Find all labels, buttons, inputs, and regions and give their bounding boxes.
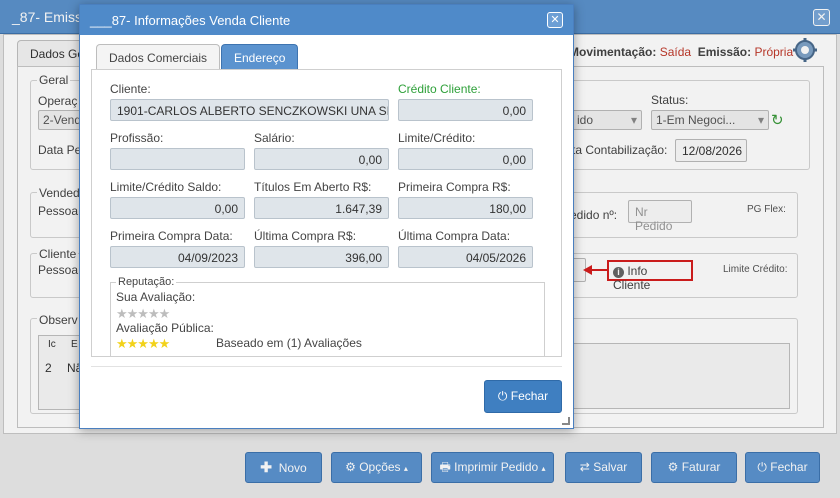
ultima-compra-label: Última Compra R$:: [254, 229, 357, 243]
dialog-titlebar[interactable]: ___87- Informações Venda Cliente ✕: [80, 5, 573, 35]
resize-handle[interactable]: [562, 417, 570, 425]
limite-saldo-label: Limite/Crédito Saldo:: [110, 180, 222, 194]
credito-cliente-label: Crédito Cliente:: [398, 82, 481, 96]
sua-avaliacao-stars[interactable]: ★★★★★: [116, 307, 170, 320]
salario-field[interactable]: 0,00: [254, 148, 389, 170]
credito-cliente-field[interactable]: 0,00: [398, 99, 533, 121]
power-icon: ⏻: [497, 389, 508, 403]
ultima-compra-data-label: Última Compra Data:: [398, 229, 511, 243]
limite-credito-field[interactable]: 0,00: [398, 148, 533, 170]
avaliacao-publica-label: Avaliação Pública:: [116, 321, 214, 335]
primeira-compra-data-label: Primeira Compra Data:: [110, 229, 233, 243]
titulos-aberto-field[interactable]: 1.647,39: [254, 197, 389, 219]
dialog-title: ___87- Informações Venda Cliente: [90, 13, 291, 28]
ultima-compra-field[interactable]: 396,00: [254, 246, 389, 268]
sua-avaliacao-label: Sua Avaliação:: [116, 290, 196, 304]
primeira-compra-data-field[interactable]: 04/09/2023: [110, 246, 245, 268]
cliente-field[interactable]: 1901-CARLOS ALBERTO SENCZKOWSKI UNA SIST…: [110, 99, 389, 121]
reputacao-legend: Reputação:: [116, 276, 177, 288]
primeira-compra-field[interactable]: 180,00: [398, 197, 533, 219]
dialog-fechar-button[interactable]: ⏻ Fechar: [484, 380, 562, 413]
tab-endereco[interactable]: Endereço: [221, 44, 299, 70]
baseado-avaliacoes-text: Baseado em (1) Avaliações: [216, 336, 362, 350]
profissao-field[interactable]: [110, 148, 245, 170]
profissao-label: Profissão:: [110, 131, 164, 145]
salario-label: Salário:: [254, 131, 295, 145]
dialog-close-icon[interactable]: ✕: [547, 12, 563, 28]
limite-saldo-field[interactable]: 0,00: [110, 197, 245, 219]
info-venda-cliente-dialog: ___87- Informações Venda Cliente ✕ Dados…: [79, 4, 574, 429]
cliente-label: Cliente:: [110, 82, 151, 96]
tab-dados-comerciais[interactable]: Dados Comerciais: [96, 44, 221, 70]
primeira-compra-label: Primeira Compra R$:: [398, 180, 511, 194]
limite-credito-label: Limite/Crédito:: [398, 131, 476, 145]
dialog-divider: [91, 366, 562, 367]
titulos-aberto-label: Títulos Em Aberto R$:: [254, 180, 372, 194]
avaliacao-publica-stars: ★★★★★: [116, 336, 170, 351]
ultima-compra-data-field[interactable]: 04/05/2026: [398, 246, 533, 268]
